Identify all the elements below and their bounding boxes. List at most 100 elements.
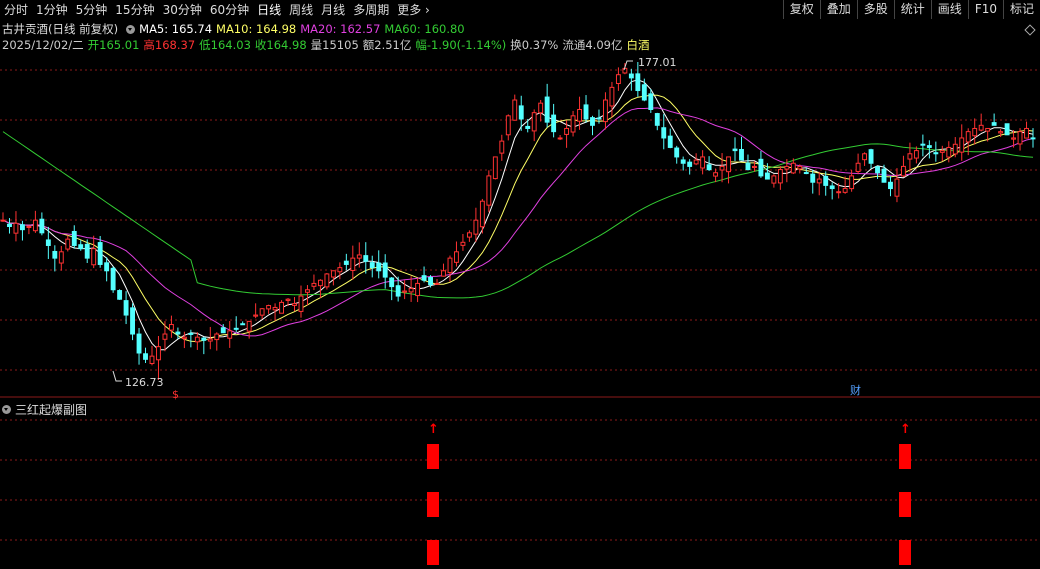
tab-5[interactable]: 60分钟 [206, 0, 253, 20]
candle-body [952, 143, 958, 155]
candle-body [7, 223, 12, 228]
sector[interactable]: 白酒 [626, 37, 649, 53]
ma5-value: MA5: 165.74 [139, 22, 213, 36]
candle-body [382, 262, 388, 278]
candle-body [875, 166, 880, 174]
stock-name: 古井贡酒(日线 前复权) [2, 22, 119, 36]
signal-arrow-icon: ↑ [900, 422, 911, 437]
candle-body [719, 165, 725, 171]
tool-button-5[interactable]: F10 [967, 0, 1003, 19]
candlesticks [0, 62, 1036, 380]
candle-body [972, 127, 978, 137]
indicator-title[interactable]: 三红起爆副图 [2, 401, 87, 418]
candle-body [693, 159, 699, 165]
candle-body [758, 158, 764, 177]
tab-10[interactable]: 更多 › [393, 0, 434, 20]
kline-chart[interactable]: 177.01 126.73 $ 财 ↑ ↑ [0, 0, 1040, 569]
candle-body [84, 243, 90, 259]
tool-button-6[interactable]: 标记 [1002, 0, 1040, 19]
tab-7[interactable]: 周线 [285, 0, 317, 20]
candle-body [1004, 123, 1010, 136]
signal-bar [899, 444, 911, 469]
tab-0[interactable]: 分时 [0, 0, 32, 20]
signal-bar [427, 492, 439, 517]
tab-9[interactable]: 多周期 [349, 0, 393, 20]
candle-body [479, 200, 485, 228]
quote-info-row: 2025/12/02/二 开165.01 高168.37 低164.03 收16… [2, 37, 653, 53]
tab-2[interactable]: 5分钟 [72, 0, 112, 20]
candle-body [959, 137, 965, 153]
signal-bar [427, 444, 439, 469]
tool-button-3[interactable]: 统计 [893, 0, 931, 19]
candle-body [920, 143, 926, 146]
tab-4[interactable]: 30分钟 [159, 0, 206, 20]
tool-button-4[interactable]: 画线 [930, 0, 968, 19]
candle-body [330, 270, 336, 278]
candle-body [1024, 127, 1029, 139]
min-price-pointer [112, 370, 122, 382]
candle-body [946, 146, 952, 158]
tool-button-0[interactable]: 复权 [782, 0, 820, 19]
candle-body [259, 308, 265, 316]
candle-body [700, 156, 706, 169]
tool-button-2[interactable]: 多股 [856, 0, 894, 19]
candle-body [583, 104, 589, 120]
tab-6[interactable]: 日线 [253, 0, 285, 20]
candle-body [842, 188, 848, 193]
candle-body [39, 218, 45, 234]
candle-body [810, 173, 816, 183]
candle-body [752, 165, 757, 169]
tab-3[interactable]: 15分钟 [111, 0, 158, 20]
candle-body [45, 239, 51, 246]
candle-body [577, 108, 582, 122]
candle-body [369, 262, 375, 269]
candle-body [635, 73, 641, 92]
candle-body [764, 172, 770, 180]
candle-body [227, 330, 233, 339]
candle-body [78, 244, 84, 250]
ma-info-row: 古井贡酒(日线 前复权) MA5: 165.74 MA10: 164.98 MA… [2, 21, 469, 37]
indicator-dropdown-icon[interactable] [2, 405, 11, 414]
tab-8[interactable]: 月线 [317, 0, 349, 20]
candle-body [998, 131, 1004, 134]
candle-body [855, 162, 861, 172]
tab-1[interactable]: 1分钟 [32, 0, 72, 20]
ma10-value: MA10: 164.98 [216, 22, 297, 36]
low-price: 低164.03 [199, 38, 251, 52]
candle-body [350, 257, 356, 271]
candle-body [933, 152, 939, 155]
candle-body [52, 250, 58, 259]
financial-report-marker[interactable]: 财 [850, 383, 861, 397]
candle-body [402, 290, 408, 293]
candle-body [26, 226, 32, 229]
candle-body [965, 131, 971, 143]
candle-body [246, 320, 252, 332]
moving-average-lines [2, 79, 1034, 351]
turnover: 换0.37% [510, 38, 559, 52]
candle-body [376, 262, 382, 272]
candle-body [680, 159, 686, 164]
tool-button-1[interactable]: 叠加 [819, 0, 857, 19]
candle-body [687, 161, 693, 167]
candle-body [434, 282, 440, 285]
candle-body [253, 314, 259, 317]
candle-body [415, 282, 421, 297]
candle-body [240, 323, 246, 326]
candle-body [13, 222, 19, 234]
ma20-value: MA20: 162.57 [300, 22, 381, 36]
candle-body [849, 175, 855, 190]
candle-body [499, 140, 505, 154]
volume: 量15105 [310, 38, 359, 52]
candle-body [207, 338, 213, 342]
candle-body [447, 257, 453, 274]
candle-body [175, 331, 181, 335]
period-tabs: 分时 1分钟 5分钟 15分钟 30分钟 60分钟 日线 周线 月线 多周期 更多 › [0, 0, 434, 20]
candle-body [771, 175, 777, 184]
dividend-marker[interactable]: $ [172, 388, 179, 401]
candle-body [609, 86, 615, 107]
dropdown-circle-icon[interactable] [126, 24, 136, 34]
amount: 额2.51亿 [362, 38, 412, 52]
candle-body [486, 175, 492, 206]
candle-body [888, 181, 893, 190]
candle-body [317, 279, 323, 287]
